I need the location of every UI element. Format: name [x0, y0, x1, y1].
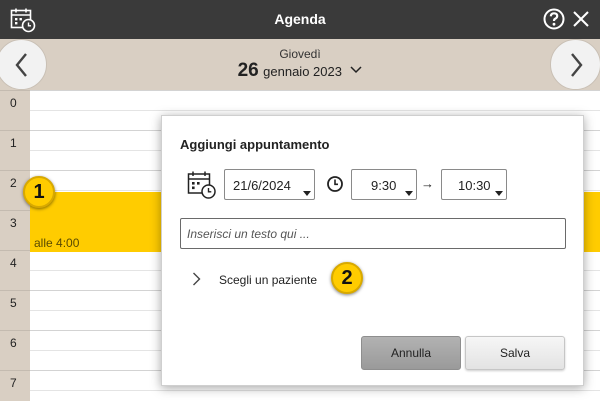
save-button[interactable]: Salva	[465, 336, 565, 370]
end-time-field[interactable]: 10:30	[441, 169, 507, 200]
hour-label: 5	[10, 296, 17, 310]
day-number: 26	[237, 60, 259, 81]
hour-label-row: 6	[0, 330, 30, 370]
hour-label: 1	[10, 136, 17, 150]
hour-label-row: 7	[0, 370, 30, 401]
hour-label: 3	[10, 216, 17, 230]
hour-label-row: 0	[0, 90, 30, 130]
date-selector[interactable]: 26 gennaio 2023	[0, 60, 600, 82]
window-title: Agenda	[274, 11, 326, 27]
dropdown-arrow-icon	[495, 191, 503, 196]
chevron-right-icon	[571, 53, 583, 77]
dialog-title: Aggiungi appuntamento	[180, 137, 330, 152]
weekday-label: Giovedì	[279, 47, 321, 61]
hour-label: 0	[10, 96, 17, 110]
month-year: gennaio 2023	[263, 64, 342, 79]
help-icon[interactable]	[543, 8, 565, 30]
slot-divider	[30, 390, 600, 391]
close-icon[interactable]	[571, 9, 591, 29]
date-value: 21/6/2024	[233, 178, 291, 193]
calendar-clock-icon	[187, 171, 216, 199]
dropdown-arrow-icon	[405, 191, 413, 196]
hour-label: 6	[10, 336, 17, 350]
add-appointment-dialog: Aggiungi appuntamento 21/6/2024 9:30 → 1…	[161, 115, 584, 386]
chevron-right-small-icon	[193, 272, 201, 286]
clock-icon	[327, 176, 343, 192]
hour-label-row: 5	[0, 290, 30, 330]
hour-label-row: 3	[0, 210, 30, 250]
callout-badge-1: 1	[23, 176, 55, 208]
date-header: Giovedì 26 gennaio 2023	[0, 39, 600, 90]
end-time-value: 10:30	[458, 178, 491, 193]
hour-label-row: 4	[0, 250, 30, 290]
appointment-label: alle 4:00	[34, 236, 80, 250]
hour-column: 0 1 2 3 4 5 6 7	[0, 90, 30, 401]
hour-label: 4	[10, 256, 17, 270]
title-bar: Agenda	[0, 0, 600, 39]
choose-patient-link[interactable]: Scegli un paziente	[192, 268, 342, 292]
slot-divider	[30, 110, 600, 111]
arrow-right-icon: →	[421, 176, 434, 191]
cancel-button[interactable]: Annulla	[361, 336, 461, 370]
callout-badge-2: 2	[331, 262, 363, 294]
hour-label: 7	[10, 376, 17, 390]
date-field[interactable]: 21/6/2024	[224, 169, 315, 200]
start-time-value: 9:30	[371, 178, 397, 193]
appointment-text-input[interactable]	[180, 218, 566, 249]
choose-patient-label: Scegli un paziente	[219, 273, 318, 287]
slot-divider	[30, 90, 600, 91]
chevron-down-icon	[350, 66, 362, 74]
next-day-button[interactable]	[550, 39, 600, 90]
hour-label-row: 1	[0, 130, 30, 170]
hour-label: 2	[10, 176, 17, 190]
dropdown-arrow-icon	[303, 191, 311, 196]
start-time-field[interactable]: 9:30	[351, 169, 417, 200]
